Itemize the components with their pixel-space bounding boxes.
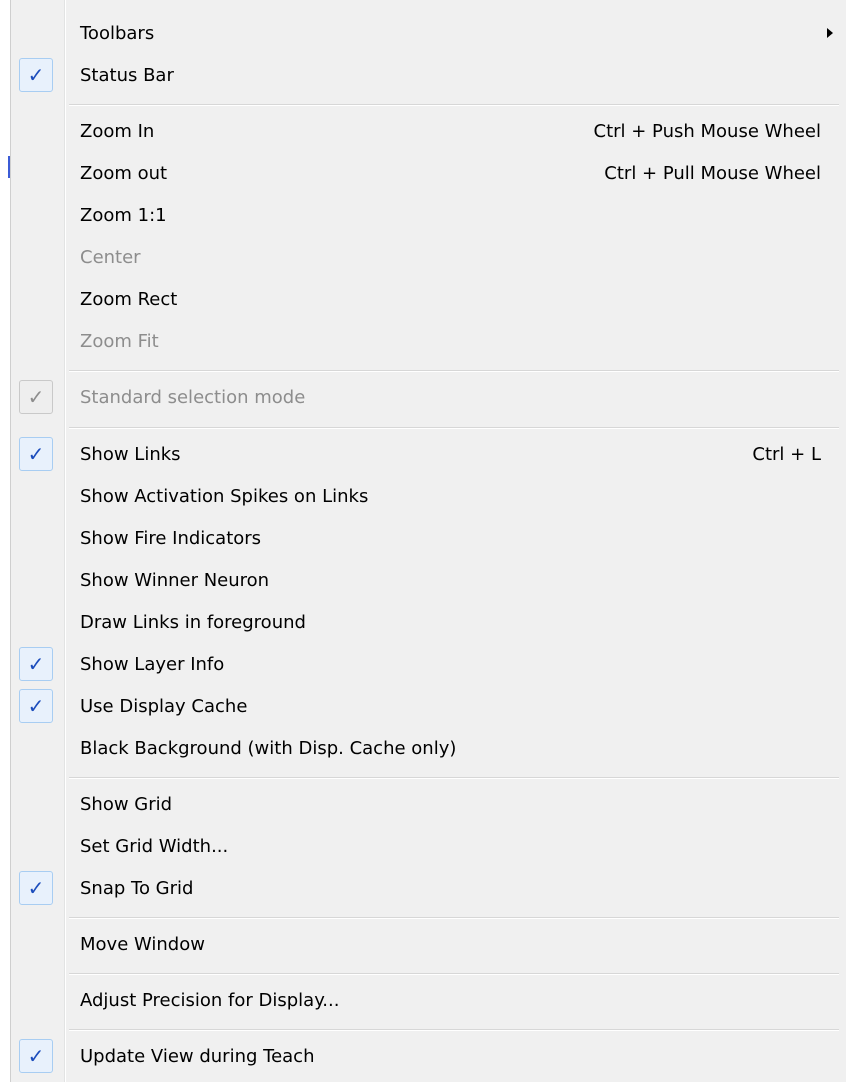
menu-item-label: Show Layer Info <box>80 653 225 675</box>
menu-item-label: Zoom Rect <box>80 288 178 310</box>
menu-separator <box>69 1029 839 1031</box>
menu-separator <box>69 777 839 779</box>
menu-item-label: Draw Links in foreground <box>80 611 306 633</box>
menu-item-black-background-with-disp-cache-only[interactable]: Black Background (with Disp. Cache only) <box>11 727 846 769</box>
menu-item-label: Show Activation Spikes on Links <box>80 485 369 507</box>
checkmark-icon: ✓ <box>19 437 53 471</box>
menu-item-label: Toolbars <box>80 22 155 44</box>
menu-item-label: Use Display Cache <box>80 695 248 717</box>
checkmark-icon: ✓ <box>19 1039 53 1073</box>
menu-item-label: Set Grid Width... <box>80 835 229 857</box>
menu-item-label: Update View during Teach <box>80 1045 315 1067</box>
menu-item-label: Zoom In <box>80 120 155 142</box>
menu-item-label: Zoom 1:1 <box>80 204 167 226</box>
menu-item-zoom-in[interactable]: Zoom In Ctrl + Push Mouse Wheel <box>11 110 846 152</box>
menu-item-zoom-fit: Zoom Fit <box>11 320 846 362</box>
menu-item-zoom-1-1[interactable]: Zoom 1:1 <box>11 194 846 236</box>
menu-item-move-window[interactable]: Move Window <box>11 923 846 965</box>
menu-separator <box>69 917 839 919</box>
checkmark-icon: ✓ <box>19 689 53 723</box>
menu-item-shortcut: Ctrl + Pull Mouse Wheel <box>604 162 821 184</box>
menu-item-label: Status Bar <box>80 64 174 86</box>
menu-item-label: Zoom Fit <box>80 330 159 352</box>
menu-item-standard-selection-mode: ✓ Standard selection mode <box>11 376 846 418</box>
menu-item-label: Show Fire Indicators <box>80 527 262 549</box>
menu-item-shortcut: Ctrl + Push Mouse Wheel <box>593 120 822 142</box>
menu-item-show-activation-spikes-on-links[interactable]: Show Activation Spikes on Links <box>11 475 846 517</box>
menu-item-center: Center <box>11 236 846 278</box>
menu-separator <box>69 104 839 106</box>
menu-item-zoom-rect[interactable]: Zoom Rect <box>11 278 846 320</box>
menu-item-use-display-cache[interactable]: ✓ Use Display Cache <box>11 685 846 727</box>
menu-item-label: Center <box>80 246 141 268</box>
menu-item-label: Zoom out <box>80 162 168 184</box>
menu-item-show-layer-info[interactable]: ✓ Show Layer Info <box>11 643 846 685</box>
menu-item-draw-links-in-foreground[interactable]: Draw Links in foreground <box>11 601 846 643</box>
checkmark-icon: ✓ <box>19 58 53 92</box>
menu-separator <box>69 427 839 429</box>
menu-item-label: Move Window <box>80 933 205 955</box>
menu-item-label: Show Grid <box>80 793 173 815</box>
submenu-arrow-icon <box>827 28 833 38</box>
menu-item-label: Snap To Grid <box>80 877 194 899</box>
menu-item-show-winner-neuron[interactable]: Show Winner Neuron <box>11 559 846 601</box>
menu-item-show-links[interactable]: ✓ Show Links Ctrl + L <box>11 433 846 475</box>
menu-item-label: Standard selection mode <box>80 386 306 408</box>
menu-item-status-bar[interactable]: ✓ Status Bar <box>11 54 846 96</box>
menu-separator <box>69 973 839 975</box>
menu-item-set-grid-width[interactable]: Set Grid Width... <box>11 825 846 867</box>
menu-item-label: Show Links <box>80 443 181 465</box>
menu-item-shortcut: Ctrl + L <box>752 443 821 465</box>
menu-item-zoom-out[interactable]: Zoom out Ctrl + Pull Mouse Wheel <box>11 152 846 194</box>
checkmark-icon: ✓ <box>19 871 53 905</box>
menu-item-update-view-during-teach[interactable]: ✓ Update View during Teach <box>11 1035 846 1077</box>
menu-item-show-grid[interactable]: Show Grid <box>11 783 846 825</box>
view-context-menu: Toolbars ✓ Status Bar Zoom In Ctrl + Push Mo… <box>10 0 846 1082</box>
checkmark-icon: ✓ <box>19 647 53 681</box>
menu-item-label: Black Background (with Disp. Cache only) <box>80 737 457 759</box>
menu-item-show-fire-indicators[interactable]: Show Fire Indicators <box>11 517 846 559</box>
checkmark-icon: ✓ <box>19 380 53 414</box>
menu-separator <box>69 370 839 372</box>
menu-item-adjust-precision-for-display[interactable]: Adjust Precision for Display... <box>11 979 846 1021</box>
menu-item-label: Show Winner Neuron <box>80 569 270 591</box>
menu-item-label: Adjust Precision for Display... <box>80 989 340 1011</box>
background-window-edge <box>0 0 10 1082</box>
menu-item-snap-to-grid[interactable]: ✓ Snap To Grid <box>11 867 846 909</box>
menu-item-toolbars[interactable]: Toolbars <box>11 12 846 54</box>
